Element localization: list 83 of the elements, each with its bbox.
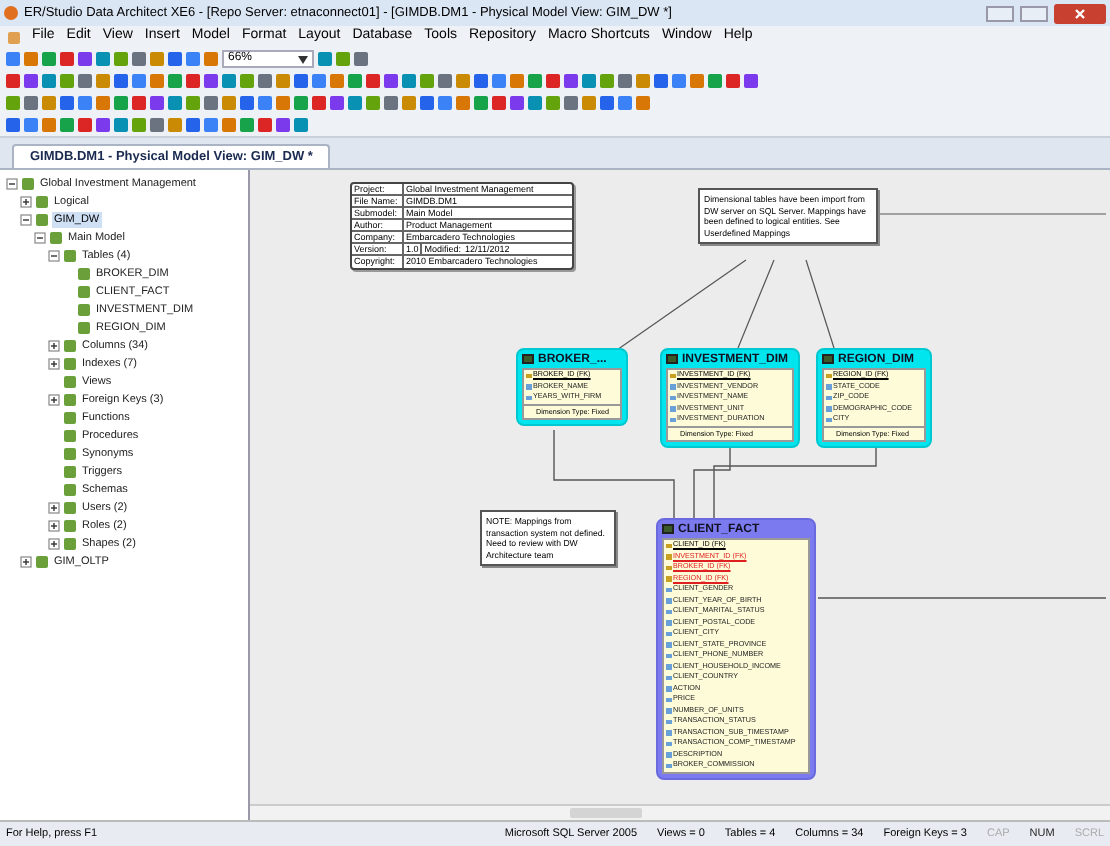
tree-node-icon — [50, 231, 62, 243]
column-icon — [666, 719, 671, 724]
tree-node-icon — [64, 375, 76, 387]
expand-icon[interactable] — [48, 357, 60, 369]
entity-box[interactable] — [656, 518, 816, 779]
tree-node-icon — [64, 339, 76, 351]
expand-icon[interactable] — [48, 393, 60, 405]
column-icon — [666, 686, 671, 691]
table-icon — [662, 524, 674, 534]
tree-node-icon — [64, 393, 76, 405]
tree-node-icon — [64, 357, 76, 369]
collapse-icon[interactable] — [34, 231, 46, 243]
column-icon — [666, 675, 671, 680]
tree-node-icon — [64, 483, 76, 495]
expand-icon[interactable] — [48, 501, 60, 513]
tree-node-icon — [36, 213, 48, 225]
column-icon — [666, 587, 671, 592]
tree-node-icon — [64, 519, 76, 531]
column-icon — [826, 417, 831, 422]
connector-line — [805, 259, 835, 349]
column-icon — [666, 642, 671, 647]
tree-node-icon — [64, 411, 76, 423]
tree-node-icon — [78, 285, 90, 297]
expand-icon[interactable] — [48, 339, 60, 351]
tree-node-icon — [64, 447, 76, 459]
column-icon — [670, 384, 675, 389]
close-button[interactable] — [1054, 3, 1106, 23]
tree-node-icon — [64, 249, 76, 261]
tree-node-icon — [64, 501, 76, 513]
collapse-icon[interactable] — [6, 177, 18, 189]
table-icon — [666, 354, 678, 364]
column-icon — [666, 631, 671, 636]
key-icon — [666, 543, 671, 548]
column-icon — [666, 741, 671, 746]
key-icon — [666, 554, 671, 559]
table-icon — [522, 354, 534, 364]
key-icon — [666, 565, 671, 570]
column-icon — [526, 384, 531, 389]
maximize-button[interactable] — [1020, 5, 1048, 21]
app-icon — [4, 6, 18, 20]
tree-node-icon — [78, 303, 90, 315]
column-icon — [826, 384, 831, 389]
key-icon — [666, 576, 671, 581]
column-icon — [826, 406, 831, 411]
expand-icon[interactable] — [20, 195, 32, 207]
dropdown-arrow-icon — [298, 55, 308, 63]
relationship-line — [553, 429, 675, 519]
column-icon — [666, 730, 671, 735]
key-icon — [670, 373, 675, 378]
table-icon — [822, 354, 834, 364]
tree-node-icon — [64, 429, 76, 441]
column-icon — [666, 763, 671, 768]
column-icon — [666, 697, 671, 702]
key-icon — [526, 373, 531, 378]
tree-node-icon — [36, 195, 48, 207]
column-icon — [666, 620, 671, 625]
column-icon — [666, 609, 671, 614]
tree-node-icon — [64, 537, 76, 549]
tree-node-icon — [22, 177, 34, 189]
tree-node-icon — [36, 555, 48, 567]
column-icon — [670, 395, 675, 400]
column-icon — [666, 664, 671, 669]
column-icon — [666, 708, 671, 713]
tree-node-icon — [78, 321, 90, 333]
document-icon — [8, 31, 20, 43]
column-icon — [670, 406, 675, 411]
column-icon — [526, 395, 531, 400]
column-icon — [666, 653, 671, 658]
collapse-icon[interactable] — [20, 213, 32, 225]
collapse-icon[interactable] — [48, 249, 60, 261]
column-icon — [826, 395, 831, 400]
tree-node-icon — [64, 465, 76, 477]
column-icon — [666, 598, 671, 603]
expand-icon[interactable] — [48, 519, 60, 531]
column-icon — [670, 417, 675, 422]
scrollbar-thumb[interactable] — [570, 808, 642, 818]
column-icon — [666, 752, 671, 757]
expand-icon[interactable] — [48, 537, 60, 549]
minimize-button[interactable] — [986, 5, 1014, 21]
horizontal-scrollbar[interactable] — [250, 804, 1110, 820]
tree-node-icon — [78, 267, 90, 279]
key-icon — [826, 373, 831, 378]
expand-icon[interactable] — [20, 555, 32, 567]
